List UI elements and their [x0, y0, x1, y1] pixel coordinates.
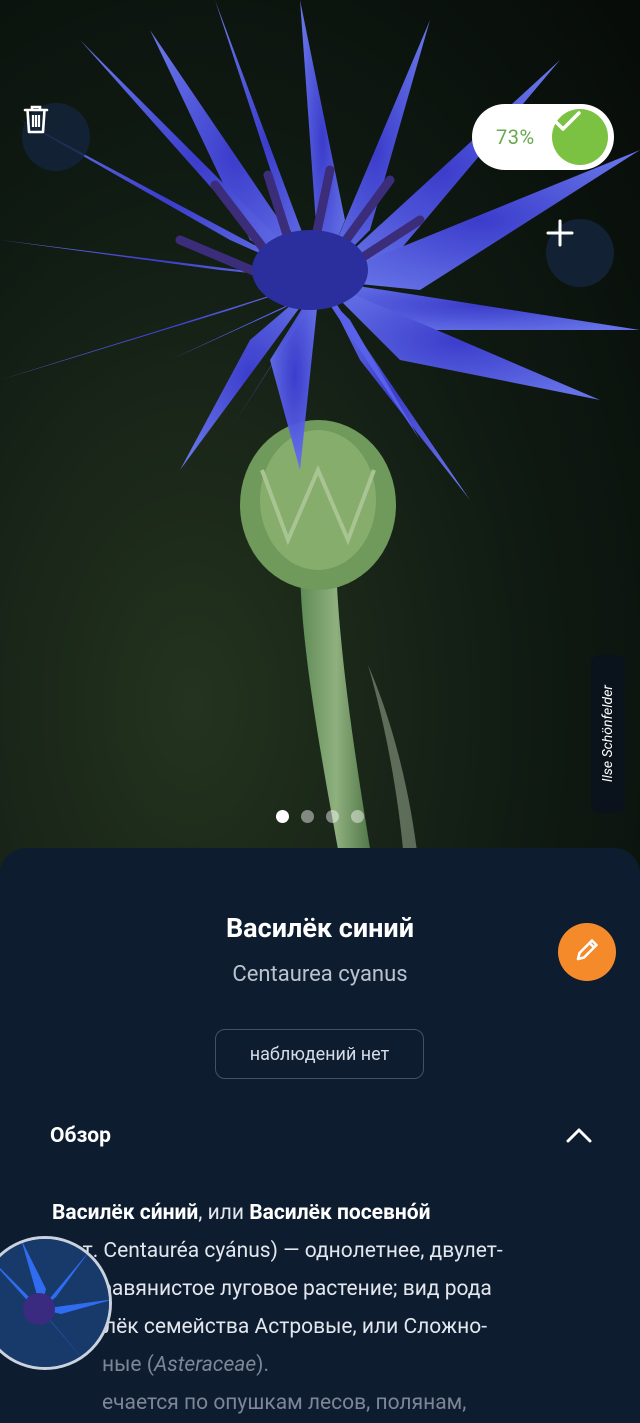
- description-line-6: ечается по опушкам лесов, полянам,: [102, 1391, 467, 1415]
- description-line-3: травянистое луговое растение; вид рода: [90, 1277, 492, 1301]
- chevron-up-icon[interactable]: [566, 1126, 592, 1148]
- carousel-dot-4[interactable]: [351, 810, 364, 823]
- carousel-dot-1[interactable]: [276, 810, 289, 823]
- description-name-2: Василёк посевно́й: [249, 1201, 431, 1225]
- photo-author-tag: Ilse Schönfelder: [591, 655, 625, 813]
- carousel-dot-3[interactable]: [326, 810, 339, 823]
- match-percent: 73%: [496, 125, 535, 149]
- overview-section-header[interactable]: Обзор: [50, 1124, 600, 1154]
- description-line-4: лёк семейства Астровые, или Сложно-: [104, 1315, 488, 1339]
- description-line-1: Василёк си́ний, или Василёк посевно́й: [52, 1194, 612, 1232]
- description-family: Asteraceae: [153, 1353, 257, 1377]
- description-name-1: Василёк си́ний: [52, 1201, 199, 1225]
- check-icon: [552, 109, 608, 165]
- add-button[interactable]: [546, 219, 614, 287]
- overview-label: Обзор: [50, 1124, 111, 1148]
- carousel-dot-2[interactable]: [301, 810, 314, 823]
- observations-chip[interactable]: наблюдений нет: [215, 1029, 424, 1079]
- species-scientific-name: Centaurea cyanus: [232, 962, 408, 987]
- edit-button[interactable]: [558, 923, 616, 981]
- description-line-5-end: ).: [256, 1353, 269, 1377]
- description-connector: , или: [198, 1201, 250, 1225]
- description-line-5: ные (Asteraceae).: [52, 1346, 612, 1384]
- species-common-name: Василёк синий: [225, 912, 415, 944]
- species-photo[interactable]: 73% Ilse Schönfelder: [0, 0, 640, 880]
- description-line-2: (лат. Centauréa cyánus) — однолетнее, дв…: [52, 1239, 503, 1263]
- match-confidence-badge[interactable]: 73%: [472, 104, 614, 170]
- carousel-indicator[interactable]: [276, 810, 364, 823]
- photo-author: Ilse Schönfelder: [600, 685, 616, 783]
- pencil-icon: [573, 936, 601, 968]
- overview-description: Василёк си́ний, или Василёк посевно́й (л…: [52, 1194, 612, 1422]
- description-line-5-start: ные (: [102, 1353, 154, 1377]
- delete-button[interactable]: [22, 103, 90, 171]
